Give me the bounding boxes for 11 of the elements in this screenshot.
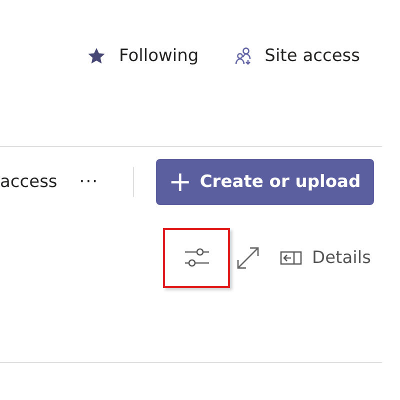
people-icon <box>234 47 253 65</box>
site-access-link[interactable]: access <box>0 172 58 192</box>
following-link[interactable]: Following <box>119 46 199 66</box>
details-button[interactable]: Details <box>280 248 371 268</box>
star-icon <box>88 48 106 64</box>
create-or-upload-button[interactable]: + Create or upload <box>156 159 374 205</box>
expand-icon[interactable] <box>236 246 260 270</box>
filter-icon[interactable] <box>184 247 210 269</box>
panel-icon <box>280 251 302 265</box>
more-button[interactable]: ··· <box>75 172 103 192</box>
site-access-link[interactable]: Site access <box>264 46 360 66</box>
